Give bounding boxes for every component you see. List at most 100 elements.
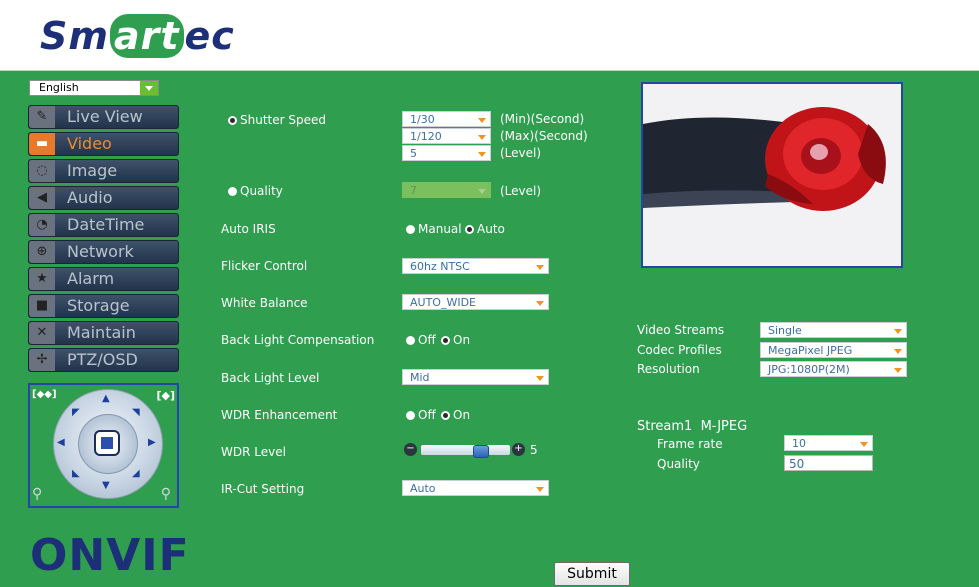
tools-icon: ✕	[29, 322, 55, 344]
sidebar-menu: ✎ Live View ▬ Video ◌ Image ◀ Audio ◔ DateTim…	[28, 105, 179, 375]
radio-dot	[228, 116, 237, 125]
back-light-level-label: Back Light Level	[221, 371, 320, 385]
back-light-level-value: Mid	[410, 371, 430, 384]
frame-rate-select[interactable]: 10	[784, 435, 873, 451]
stream1-title: Stream1 M-JPEG	[637, 419, 748, 434]
video-streams-select[interactable]: Single	[760, 322, 907, 338]
shutter-level-select[interactable]: 5	[402, 145, 491, 161]
chevron-down-icon	[140, 81, 158, 95]
sidebar-item-network[interactable]: ⊕ Network	[28, 240, 179, 264]
slider-track[interactable]	[421, 445, 510, 458]
magnifier-minus-icon[interactable]: ⚲	[32, 486, 42, 502]
slider-thumb[interactable]	[473, 445, 489, 458]
arrow-down-icon[interactable]: ▼	[102, 480, 110, 491]
auto-iris-auto-label: Auto	[477, 222, 505, 236]
storage-folder-icon: ■	[29, 295, 55, 317]
wdr-off-radio[interactable]: Off	[406, 408, 436, 422]
blc-on-label: On	[453, 333, 471, 347]
stream-quality-label: Quality	[657, 457, 700, 471]
radio-dot	[228, 187, 237, 196]
white-balance-select[interactable]: AUTO_WIDE	[402, 294, 549, 310]
language-select[interactable]: English	[29, 80, 159, 96]
shutter-speed-radio[interactable]: Shutter Speed	[228, 113, 326, 127]
wdr-on-label: On	[453, 408, 471, 422]
arrow-left-icon[interactable]: ◀	[57, 437, 65, 448]
chevron-down-icon	[860, 442, 868, 447]
ptz-home-button[interactable]	[94, 430, 120, 456]
chevron-down-icon	[478, 189, 486, 194]
radio-dot	[406, 336, 415, 345]
sidebar-item-label: Live View	[67, 107, 143, 126]
submit-button[interactable]: Submit	[554, 562, 630, 586]
chevron-down-icon	[478, 135, 486, 140]
resolution-select[interactable]: JPG:1080P(2M)	[760, 361, 907, 377]
radio-dot	[441, 336, 450, 345]
ptz-move-icon: ✢	[29, 349, 55, 371]
flicker-control-label: Flicker Control	[221, 259, 308, 273]
arrow-down-left-icon[interactable]: ◣	[72, 468, 80, 479]
arrow-up-right-icon[interactable]: ◥	[132, 407, 140, 418]
sidebar-item-image[interactable]: ◌ Image	[28, 159, 179, 183]
wdr-enhancement-label: WDR Enhancement	[221, 408, 338, 422]
auto-iris-label: Auto IRIS	[221, 222, 276, 236]
chevron-down-icon	[894, 368, 902, 373]
wdr-on-radio[interactable]: On	[441, 408, 470, 422]
sidebar-item-audio[interactable]: ◀ Audio	[28, 186, 179, 210]
back-light-level-select[interactable]: Mid	[402, 369, 549, 385]
arrow-up-left-icon[interactable]: ◤	[72, 407, 80, 418]
video-camera-icon: ▬	[29, 133, 55, 155]
blc-off-radio[interactable]: Off	[406, 333, 436, 347]
arrow-right-icon[interactable]: ▶	[148, 437, 156, 448]
zoom-in-button[interactable]: [◆]	[156, 389, 175, 402]
live-preview-image	[641, 82, 903, 268]
chevron-down-icon	[894, 329, 902, 334]
flicker-control-select[interactable]: 60hz NTSC	[402, 258, 549, 274]
sidebar-item-video[interactable]: ▬ Video	[28, 132, 179, 156]
smartec-logo: Sm art ec	[40, 14, 235, 58]
frame-rate-value: 10	[792, 437, 806, 450]
sidebar-item-storage[interactable]: ■ Storage	[28, 294, 179, 318]
shutter-max-suffix: (Max)(Second)	[500, 129, 588, 143]
sidebar-item-ptz-osd[interactable]: ✢ PTZ/OSD	[28, 348, 179, 372]
auto-iris-manual-radio[interactable]: Manual	[406, 222, 462, 236]
logo-text-end: ec	[184, 14, 235, 58]
quality-radio[interactable]: Quality	[228, 184, 283, 198]
wdr-decrease-button[interactable]: −	[404, 443, 417, 456]
resolution-label: Resolution	[637, 362, 700, 376]
blc-on-radio[interactable]: On	[441, 333, 470, 347]
chevron-down-icon	[536, 301, 544, 306]
radio-dot	[406, 411, 415, 420]
chevron-down-icon	[536, 376, 544, 381]
quality-level-select[interactable]: 7	[402, 182, 491, 198]
stream-quality-input[interactable]: 50	[784, 455, 873, 471]
shutter-max-value: 1/120	[410, 130, 442, 143]
globe-icon: ⊕	[29, 241, 55, 263]
magnifier-plus-icon[interactable]: ⚲	[161, 486, 171, 502]
sidebar-item-datetime[interactable]: ◔ DateTime	[28, 213, 179, 237]
arrow-down-right-icon[interactable]: ◢	[132, 468, 140, 479]
frame-rate-label: Frame rate	[657, 437, 723, 451]
sidebar-item-live-view[interactable]: ✎ Live View	[28, 105, 179, 129]
sidebar-item-maintain[interactable]: ✕ Maintain	[28, 321, 179, 345]
ptz-control-panel: [◆◆] [◆] ▲ ▼ ◀ ▶ ◤ ◥ ◣ ◢ ⚲ ⚲	[28, 383, 179, 508]
wdr-level-label: WDR Level	[221, 445, 286, 459]
sidebar-item-label: Network	[67, 242, 134, 261]
shutter-max-select[interactable]: 1/120	[402, 128, 491, 144]
ir-cut-select[interactable]: Auto	[402, 480, 549, 496]
power-ring-icon: ◌	[29, 160, 55, 182]
shutter-min-value: 1/30	[410, 113, 435, 126]
language-value: English	[39, 81, 79, 94]
wdr-increase-button[interactable]: +	[512, 443, 525, 456]
logo-text-mid: art	[109, 14, 184, 58]
arrow-up-icon[interactable]: ▲	[102, 393, 110, 404]
chat-bubble-icon: ✎	[29, 106, 55, 128]
zoom-out-button[interactable]: [◆◆]	[32, 389, 57, 400]
chevron-down-icon	[536, 265, 544, 270]
auto-iris-auto-radio[interactable]: Auto	[465, 222, 505, 236]
sidebar-item-alarm[interactable]: ★ Alarm	[28, 267, 179, 291]
chevron-down-icon	[536, 487, 544, 492]
shutter-min-select[interactable]: 1/30	[402, 111, 491, 127]
codec-profiles-select[interactable]: MegaPixel JPEG	[760, 342, 907, 358]
clock-icon: ◔	[29, 214, 55, 236]
sidebar-item-label: PTZ/OSD	[67, 350, 138, 369]
